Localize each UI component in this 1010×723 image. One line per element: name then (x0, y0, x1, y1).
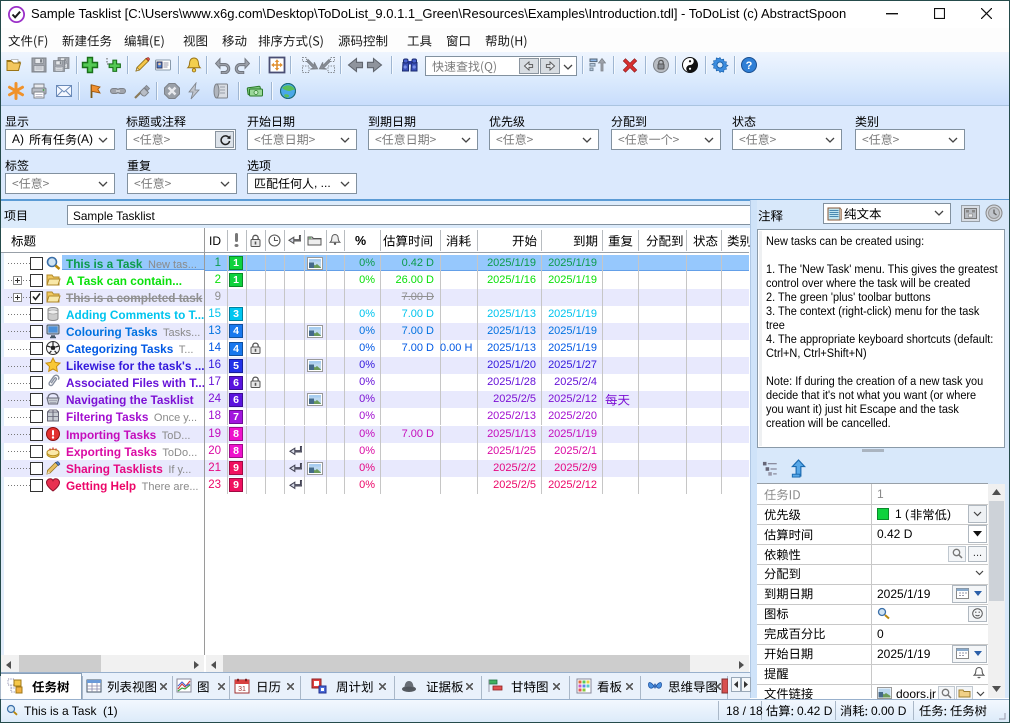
svg-text:31: 31 (238, 686, 246, 693)
svg-text:?: ? (746, 60, 753, 72)
